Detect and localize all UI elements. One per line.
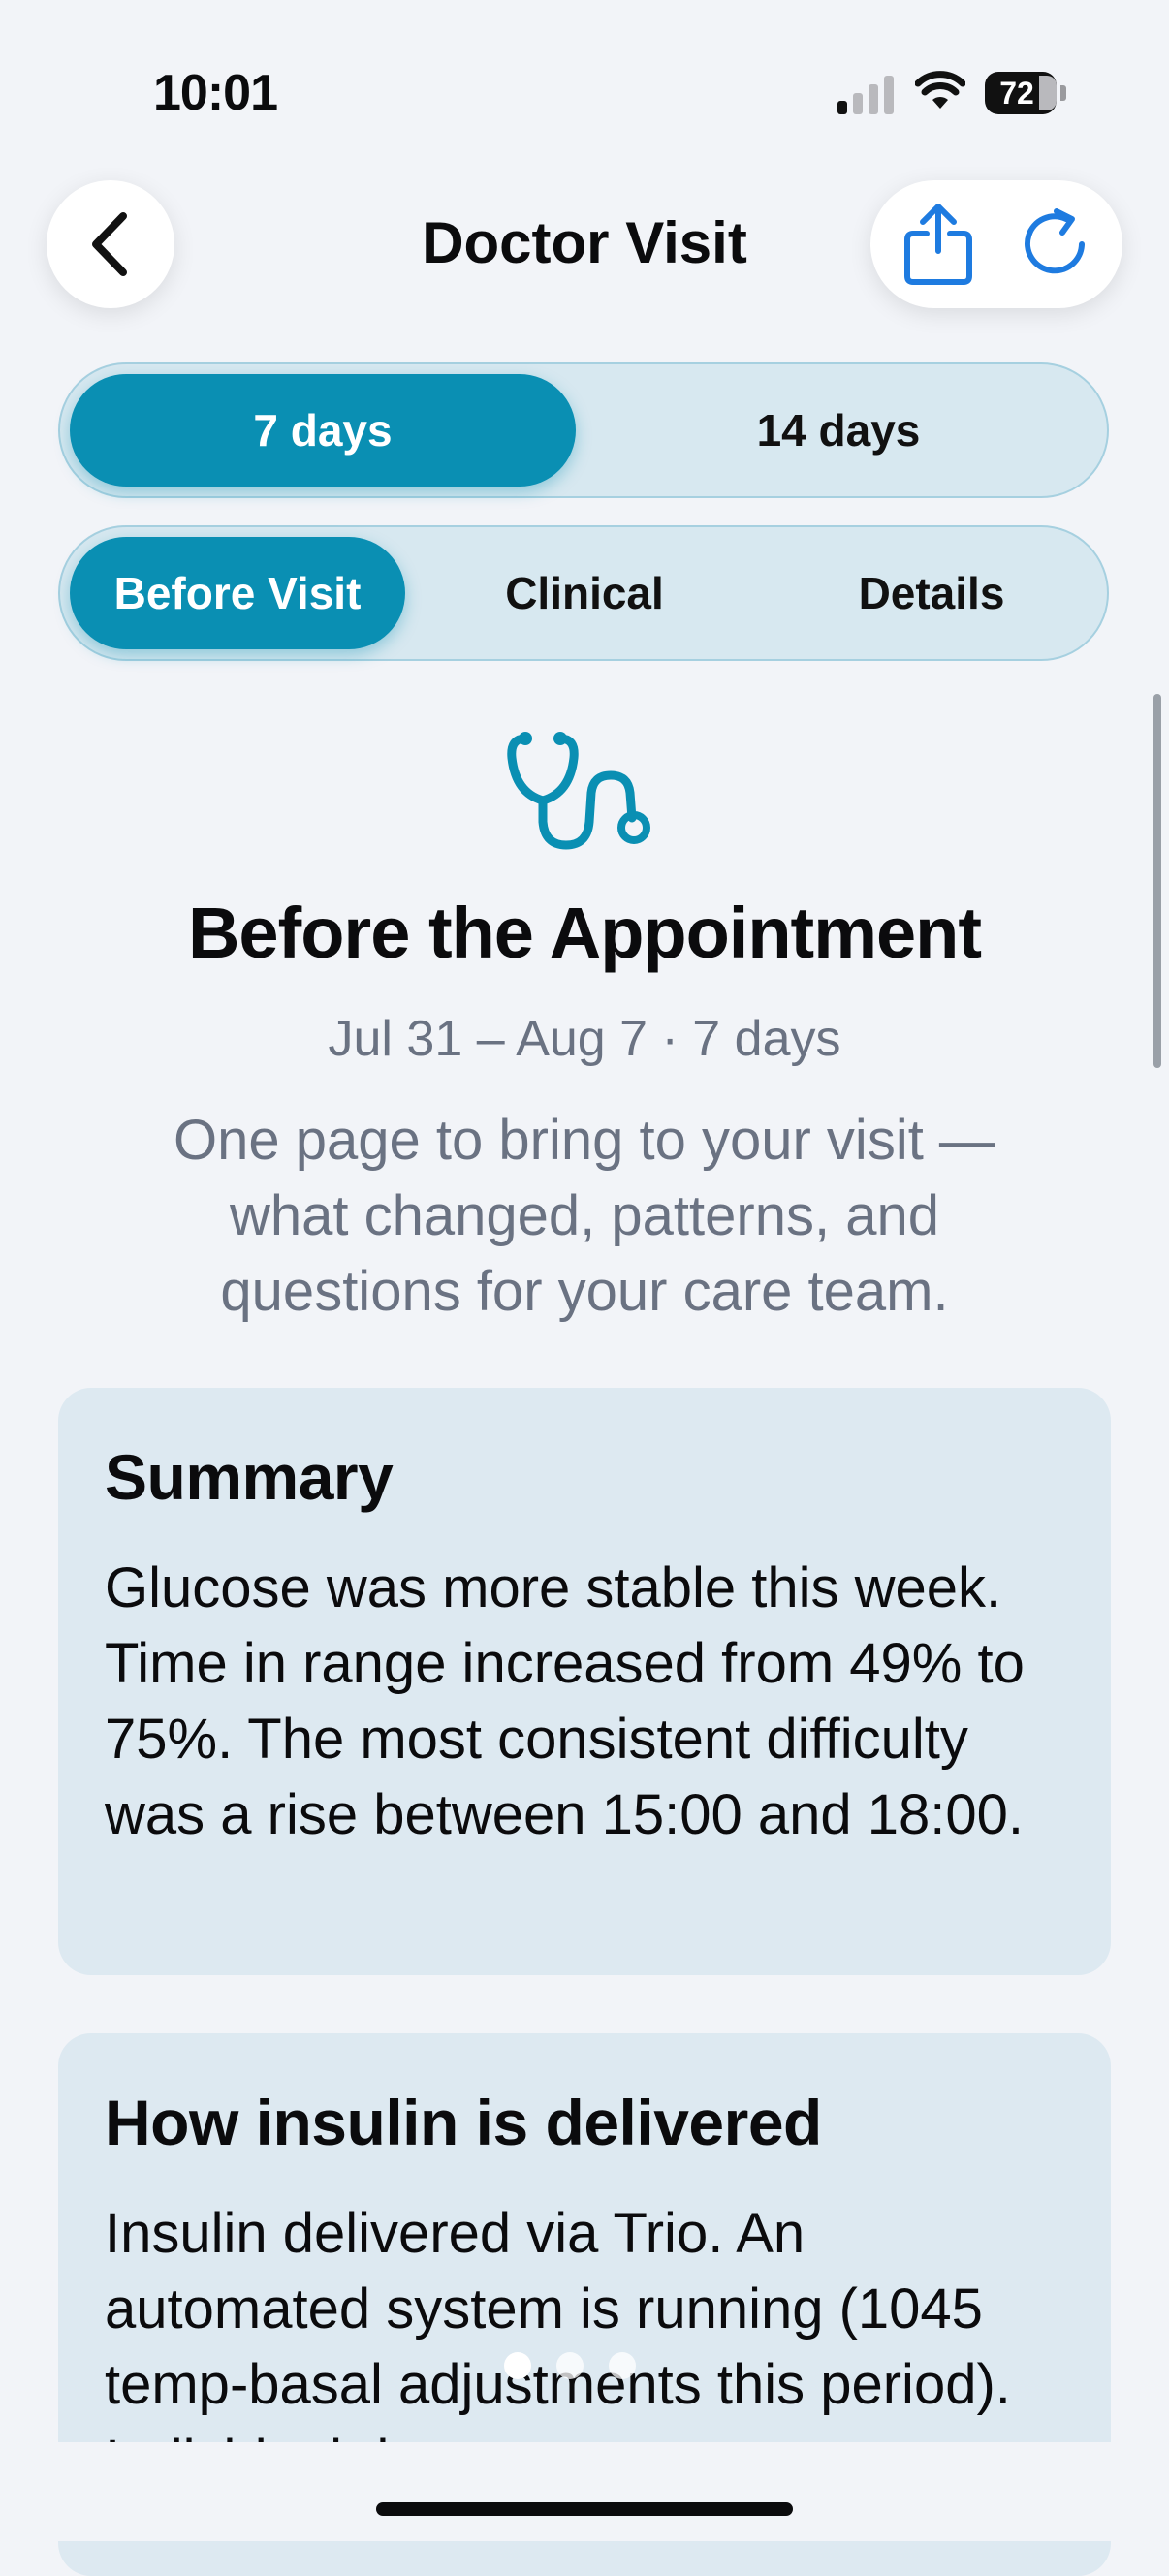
card-title: How insulin is delivered xyxy=(105,2087,822,2158)
battery-level: 72 xyxy=(999,76,1034,110)
page-dot xyxy=(609,2352,636,2379)
bottom-safe-area xyxy=(0,2442,1169,2541)
refresh-icon xyxy=(1025,208,1085,274)
card-title: Summary xyxy=(105,1441,394,1513)
view-segmented-control: Before Visit Clinical Details xyxy=(58,525,1109,661)
status-time: 10:01 xyxy=(153,65,278,121)
range-segmented-control: 7 days 14 days xyxy=(58,362,1109,498)
page-title: Doctor Visit xyxy=(422,210,747,275)
battery-icon: 72 xyxy=(985,72,1066,114)
scrollbar[interactable] xyxy=(1153,694,1161,1068)
section-description: One page to bring to your visit — what c… xyxy=(174,1109,995,1323)
back-button[interactable] xyxy=(47,180,174,308)
stethoscope-icon xyxy=(507,732,650,850)
share-icon xyxy=(904,204,972,285)
tab-clinical[interactable]: Clinical xyxy=(417,537,752,649)
wifi-icon xyxy=(915,71,965,109)
tab-before-visit[interactable]: Before Visit xyxy=(70,537,405,649)
tab-7-days[interactable]: 7 days xyxy=(70,374,576,487)
date-range: Jul 31 – Aug 7 · 7 days xyxy=(328,1011,841,1067)
cellular-signal-icon xyxy=(837,76,894,114)
home-indicator[interactable] xyxy=(376,2502,793,2516)
card-body: Glucose was more stable this week. Time … xyxy=(105,1556,1025,1846)
section-title: Before the Appointment xyxy=(187,893,982,973)
page-dot xyxy=(504,2352,531,2379)
refresh-button[interactable] xyxy=(1008,196,1105,293)
summary-card: Summary Glucose was more stable this wee… xyxy=(58,1388,1111,1975)
tab-14-days[interactable]: 14 days xyxy=(585,374,1091,487)
tab-details[interactable]: Details xyxy=(764,537,1099,649)
page-dot xyxy=(556,2352,584,2379)
share-button[interactable] xyxy=(890,196,987,293)
nav-actions xyxy=(870,180,1122,308)
chevron-left-icon xyxy=(92,212,127,276)
page-indicator[interactable] xyxy=(504,2351,669,2380)
